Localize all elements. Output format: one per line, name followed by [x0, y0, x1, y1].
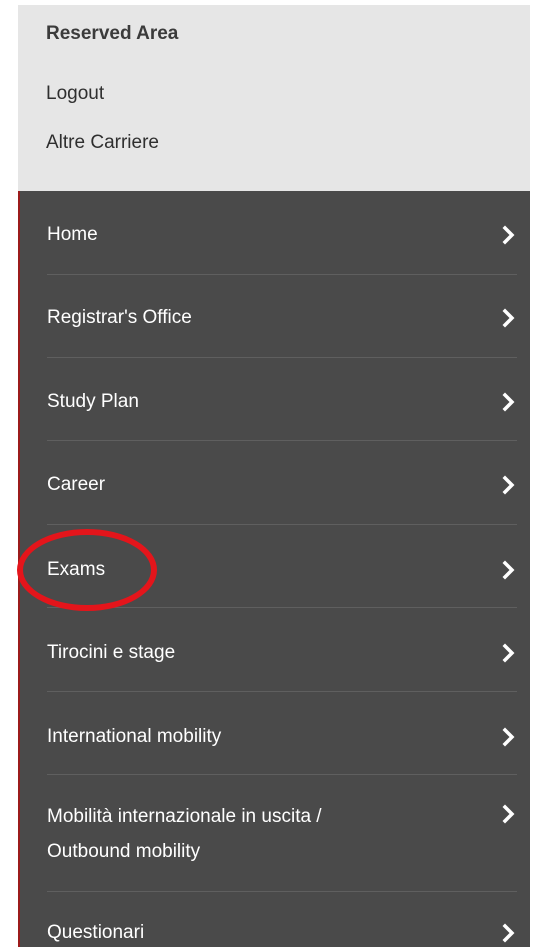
main-menu: Home Registrar's Office Study Plan Caree… — [18, 191, 530, 947]
chevron-right-icon — [502, 923, 515, 943]
menu-divider — [47, 891, 517, 892]
chevron-right-icon — [502, 727, 515, 747]
menu-divider — [47, 274, 517, 275]
menu-item-label-second-line: Outbound mobility — [47, 841, 201, 862]
reserved-area: Reserved Area Logout Altre Carriere — [18, 5, 530, 191]
menu-item-label: Questionari — [47, 922, 145, 943]
menu-divider — [47, 524, 517, 525]
chevron-right-icon — [502, 643, 515, 663]
menu-divider — [47, 774, 517, 775]
chevron-right-icon — [502, 804, 515, 824]
menu-item-label: Tirocini e stage — [47, 642, 176, 663]
menu-item-label: Home — [47, 224, 98, 245]
chevron-right-icon — [502, 225, 515, 245]
menu-divider — [47, 607, 517, 608]
menu-item-label: Career — [47, 474, 106, 495]
menu-item-outbound-mobility[interactable]: Mobilità internazionale in uscita / Outb… — [47, 803, 517, 869]
menu-item-label: Mobilità internazionale in uscita / — [47, 806, 322, 827]
menu-item-label: Exams — [47, 559, 106, 580]
logout-link[interactable]: Logout — [46, 83, 104, 105]
menu-item-label: International mobility — [47, 726, 222, 747]
menu-divider — [47, 691, 517, 692]
scrollbar-track[interactable] — [530, 0, 547, 947]
chevron-right-icon — [502, 560, 515, 580]
chevron-right-icon — [502, 475, 515, 495]
altre-carriere-link[interactable]: Altre Carriere — [46, 132, 159, 154]
menu-divider — [47, 440, 517, 441]
menu-item-label: Study Plan — [47, 391, 139, 412]
sidebar-panel: Reserved Area Logout Altre Carriere Home… — [18, 0, 530, 947]
menu-divider — [47, 357, 517, 358]
menu-item-label: Registrar's Office — [47, 307, 192, 328]
reserved-area-title: Reserved Area — [46, 23, 179, 44]
chevron-right-icon — [502, 308, 515, 328]
chevron-right-icon — [502, 392, 515, 412]
